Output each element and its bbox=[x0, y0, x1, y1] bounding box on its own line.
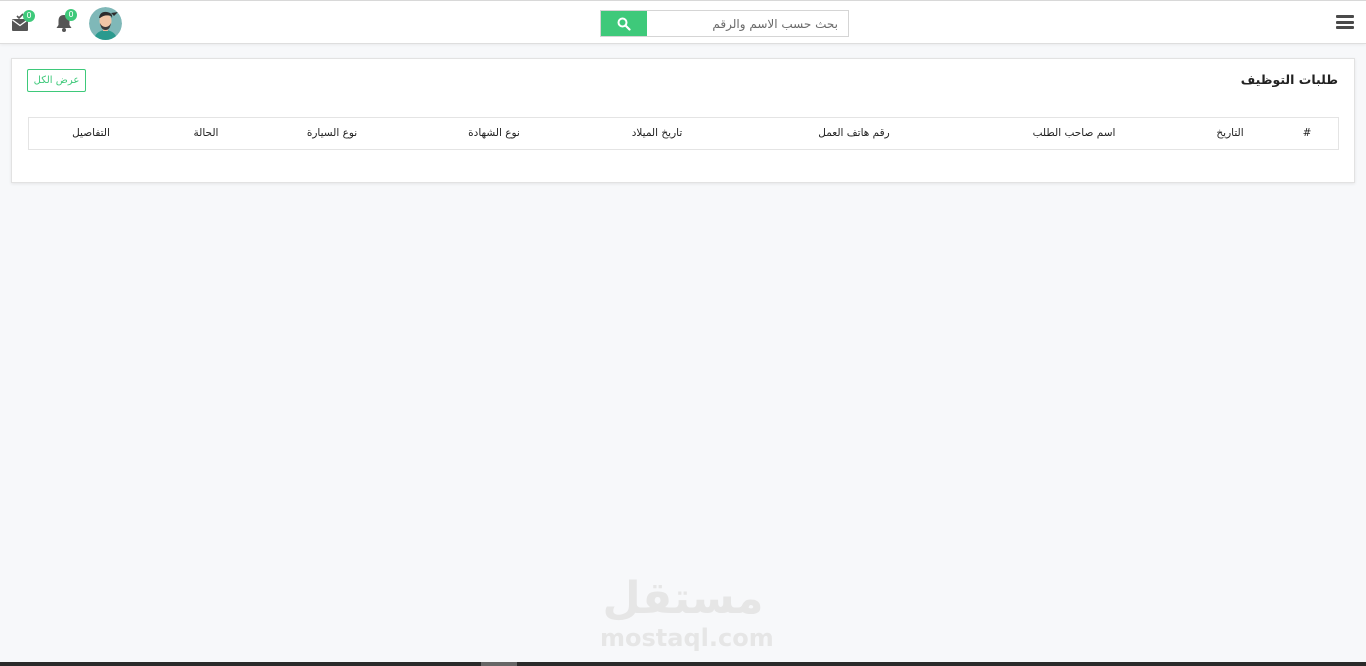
view-all-button[interactable]: عرض الكل bbox=[27, 69, 86, 92]
column-header-index: # bbox=[1302, 127, 1312, 139]
watermark-latin-text: mostaql.com bbox=[600, 624, 774, 652]
magnifier-icon bbox=[617, 17, 631, 31]
notifications-count-badge: 0 bbox=[65, 9, 77, 21]
job-applications-card: طلبات التوظيف عرض الكل # التاريخ اسم صاح… bbox=[11, 58, 1355, 183]
watermark-arabic-text: مستقل bbox=[602, 573, 764, 624]
top-navbar: 0 0 bbox=[0, 0, 1366, 44]
column-header-details: التفاصيل bbox=[72, 127, 110, 139]
column-header-work-phone: رقم هاتف العمل bbox=[818, 127, 890, 139]
search-input[interactable] bbox=[647, 11, 848, 36]
card-title: طلبات التوظيف bbox=[1240, 72, 1338, 87]
column-header-status: الحالة bbox=[193, 127, 219, 139]
hamburger-menu-icon[interactable] bbox=[1336, 13, 1354, 31]
column-header-certificate-type: نوع الشهادة bbox=[468, 127, 520, 139]
column-header-birth-date: تاريخ الميلاد bbox=[631, 127, 683, 139]
search-bar bbox=[600, 10, 849, 37]
messages-count-badge: 0 bbox=[23, 10, 35, 22]
notifications-button[interactable]: 0 bbox=[55, 9, 77, 33]
column-header-date: التاريخ bbox=[1216, 127, 1244, 139]
horizontal-scrollbar[interactable] bbox=[0, 662, 1366, 666]
column-header-car-type: نوع السيارة bbox=[306, 127, 358, 139]
scrollbar-thumb[interactable] bbox=[481, 662, 517, 666]
messages-button[interactable]: 0 bbox=[11, 10, 35, 34]
applications-table: # التاريخ اسم صاحب الطلب رقم هاتف العمل … bbox=[28, 117, 1339, 150]
column-header-applicant-name: اسم صاحب الطلب bbox=[1032, 127, 1116, 139]
search-button[interactable] bbox=[601, 11, 647, 36]
mostaql-watermark: مستقل mostaql.com bbox=[600, 573, 774, 654]
user-avatar[interactable] bbox=[89, 7, 122, 40]
